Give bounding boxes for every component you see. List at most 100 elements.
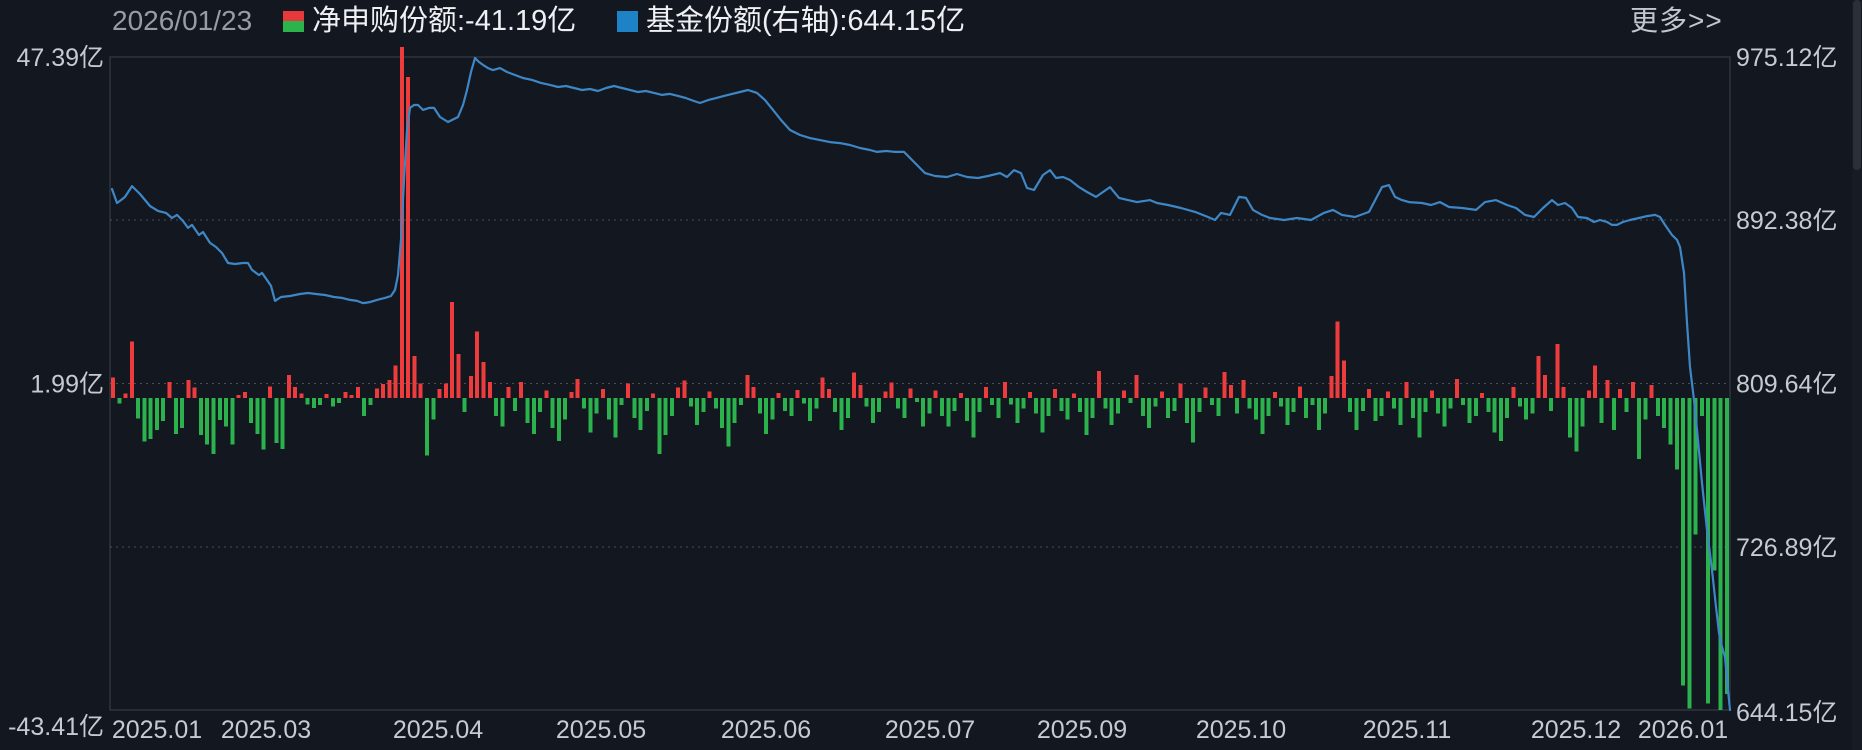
bar[interactable]	[902, 397, 907, 418]
bar[interactable]	[450, 302, 455, 398]
bar[interactable]	[1002, 381, 1007, 398]
bar[interactable]	[808, 397, 813, 421]
bar[interactable]	[1128, 397, 1133, 403]
bar[interactable]	[1630, 381, 1635, 398]
bar[interactable]	[1574, 397, 1579, 452]
bar[interactable]	[249, 397, 254, 423]
bar[interactable]	[1586, 390, 1591, 398]
bar[interactable]	[607, 397, 612, 420]
bar[interactable]	[161, 397, 166, 421]
bar[interactable]	[1159, 391, 1164, 398]
bar[interactable]	[456, 353, 461, 398]
bar[interactable]	[1687, 397, 1692, 709]
bar[interactable]	[1498, 397, 1503, 441]
bar[interactable]	[1454, 379, 1459, 398]
bar[interactable]	[682, 380, 687, 398]
bar[interactable]	[443, 383, 448, 398]
bar[interactable]	[707, 391, 712, 398]
bar[interactable]	[883, 391, 888, 398]
bar[interactable]	[217, 397, 222, 421]
bar[interactable]	[368, 397, 373, 406]
bar[interactable]	[1329, 376, 1334, 398]
fund-shares-line[interactable]	[110, 56, 1732, 712]
bar[interactable]	[1304, 397, 1309, 418]
bar[interactable]	[1712, 397, 1717, 571]
bar[interactable]	[167, 381, 172, 398]
bar[interactable]	[1341, 360, 1346, 398]
bar[interactable]	[1699, 397, 1704, 416]
bar[interactable]	[732, 397, 737, 423]
bar[interactable]	[468, 376, 473, 398]
bar[interactable]	[1065, 397, 1070, 420]
bar[interactable]	[318, 397, 323, 406]
bar[interactable]	[1078, 397, 1083, 413]
bar[interactable]	[462, 397, 467, 413]
bar[interactable]	[1480, 392, 1485, 398]
bar[interactable]	[1486, 397, 1491, 413]
scrollbar-thumb[interactable]	[1853, 0, 1861, 170]
bar[interactable]	[632, 397, 637, 418]
bar[interactable]	[1662, 397, 1667, 429]
bar[interactable]	[531, 397, 536, 434]
bar[interactable]	[676, 387, 681, 398]
bar[interactable]	[1511, 387, 1516, 398]
bar[interactable]	[952, 397, 957, 411]
bar[interactable]	[701, 397, 706, 413]
bar[interactable]	[1649, 384, 1654, 398]
bar[interactable]	[1410, 397, 1415, 418]
bar[interactable]	[1266, 397, 1271, 416]
bar[interactable]	[588, 397, 593, 433]
bar[interactable]	[324, 394, 329, 398]
bar[interactable]	[1668, 397, 1673, 445]
bar[interactable]	[1272, 392, 1277, 398]
bar[interactable]	[1084, 397, 1089, 436]
bar[interactable]	[1725, 397, 1729, 695]
bar[interactable]	[330, 397, 335, 407]
bar[interactable]	[500, 397, 505, 427]
bar[interactable]	[1473, 397, 1478, 416]
bar[interactable]	[173, 397, 178, 434]
bar[interactable]	[575, 379, 580, 398]
bar[interactable]	[1147, 397, 1152, 429]
bar[interactable]	[870, 397, 875, 423]
bar[interactable]	[211, 397, 216, 454]
bar[interactable]	[343, 392, 348, 398]
bar[interactable]	[657, 397, 662, 454]
bar[interactable]	[770, 397, 775, 420]
bar[interactable]	[1655, 397, 1660, 416]
bar[interactable]	[487, 381, 492, 398]
bar[interactable]	[475, 331, 480, 398]
bar[interactable]	[983, 387, 988, 398]
bar[interactable]	[355, 387, 360, 398]
bar[interactable]	[1423, 397, 1428, 413]
bar[interactable]	[563, 397, 568, 420]
bar[interactable]	[255, 397, 260, 434]
bar[interactable]	[142, 397, 147, 442]
bar[interactable]	[1134, 374, 1139, 398]
bar[interactable]	[1643, 397, 1648, 420]
bar[interactable]	[663, 397, 668, 436]
bar[interactable]	[1153, 397, 1158, 407]
bar[interactable]	[720, 397, 725, 429]
bar[interactable]	[123, 393, 128, 398]
bar[interactable]	[644, 397, 649, 411]
bar[interactable]	[1605, 379, 1610, 398]
bar[interactable]	[801, 397, 806, 404]
bar[interactable]	[1247, 397, 1252, 409]
bar[interactable]	[305, 397, 310, 405]
bar[interactable]	[224, 397, 229, 427]
bar[interactable]	[1096, 370, 1101, 398]
bar[interactable]	[1034, 397, 1039, 414]
bar[interactable]	[1348, 397, 1353, 413]
bar[interactable]	[839, 397, 844, 431]
bar[interactable]	[933, 390, 938, 398]
bar[interactable]	[757, 397, 762, 414]
bar[interactable]	[242, 392, 247, 398]
bar[interactable]	[1379, 397, 1384, 416]
bar[interactable]	[814, 397, 819, 409]
bar[interactable]	[1040, 397, 1045, 433]
bar[interactable]	[280, 397, 285, 449]
bar[interactable]	[1009, 397, 1014, 405]
bar[interactable]	[713, 397, 718, 409]
bar[interactable]	[1461, 397, 1466, 406]
